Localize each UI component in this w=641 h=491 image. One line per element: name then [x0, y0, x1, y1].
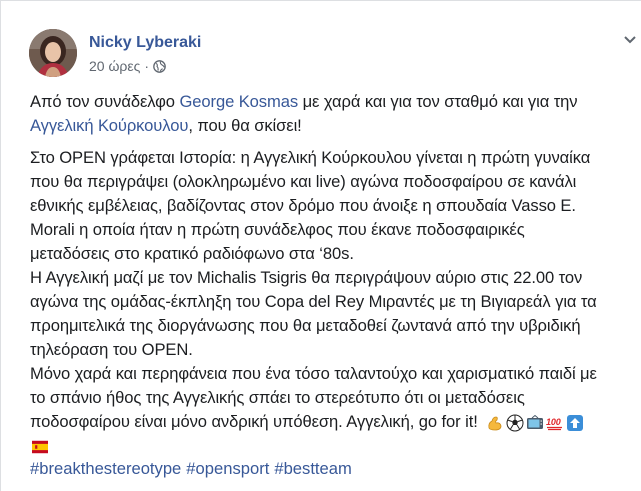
story-line: αγώνα της ομάδας-έκπληξη του Copa del Re…: [30, 292, 597, 311]
hundred-points-icon: 100: [546, 417, 563, 430]
hashtag-link[interactable]: #bestteam: [274, 459, 351, 478]
globe-icon[interactable]: [153, 59, 166, 73]
story-line: Η Αγγελική μαζί με τον Michalis Tsigris …: [30, 268, 583, 287]
separator-dot: ·: [144, 58, 150, 74]
story-line: ποδοσφαίρου είναι μόνο ανδρική υπόθεση. …: [30, 412, 478, 431]
intro-text-2: με χαρά και για τον σταθμό και για την: [298, 92, 578, 111]
facebook-post: Nicky Lyberaki 20 ώρες · Από τον συνάδελ…: [0, 0, 641, 491]
intro-text-1: Από τον συνάδελφο: [30, 92, 180, 111]
story-paragraph: Στο OPEN γράφεται Ιστορία: η Αγγελική Κο…: [30, 146, 630, 458]
story-line: που θα περιγράψει (ολοκληρωμένο και live…: [30, 172, 577, 191]
intro-text-3: , που θα σκίσει!: [188, 116, 302, 135]
author-name[interactable]: Nicky Lyberaki: [89, 33, 201, 53]
post-timestamp[interactable]: 20 ώρες: [89, 58, 140, 74]
story-line: μεταδόσεις στο κρατικό ραδιόφωνο στα ‘80…: [30, 244, 354, 263]
mention-george-kosmas[interactable]: George Kosmas: [179, 92, 298, 111]
intro-paragraph: Από τον συνάδελφο George Kosmas με χαρά …: [30, 90, 630, 138]
story-line: Μόνο χαρά και περηφάνεια που ένα τόσο τα…: [30, 364, 597, 383]
story-line: Morali η οποία ήταν η πρώτη συνάδελφος π…: [30, 220, 525, 239]
soccer-ball-icon: [506, 414, 524, 432]
mention-angeliki-kourkoulou[interactable]: Αγγελική Κούρκουλου: [30, 116, 188, 135]
post-body: Από τον συνάδελφο George Kosmas με χαρά …: [30, 90, 630, 466]
story-line: εθνικής εμβέλειας, βαδίζοντας στον δρόμο…: [30, 196, 576, 215]
chevron-down-icon[interactable]: [619, 30, 641, 50]
emoji-row: 100: [486, 414, 584, 432]
story-line: το σπάνιο ήθος της Αγγελικής σπάει το στ…: [30, 388, 525, 407]
avatar-photo: [29, 29, 77, 77]
avatar[interactable]: [29, 29, 77, 77]
hashtag-link[interactable]: #opensport: [186, 459, 269, 478]
post-header: Nicky Lyberaki 20 ώρες ·: [29, 29, 201, 77]
story-line: Στο OPEN γράφεται Ιστορία: η Αγγελική Κο…: [30, 148, 591, 167]
svg-text:100: 100: [546, 417, 561, 427]
story-line: τηλεόραση του OPEN.: [30, 340, 193, 359]
story-line: προημιτελικά της διοργάνωσης που θα μετα…: [30, 316, 581, 335]
spain-flag-icon: [32, 440, 48, 453]
hashtag-link[interactable]: #breakthestereotype: [30, 459, 181, 478]
television-icon: [527, 414, 544, 429]
flexed-biceps-icon: [488, 416, 502, 431]
up-arrow-icon: [567, 414, 584, 431]
hashtags-row: #breakthestereotype #opensport #bestteam: [30, 457, 357, 481]
